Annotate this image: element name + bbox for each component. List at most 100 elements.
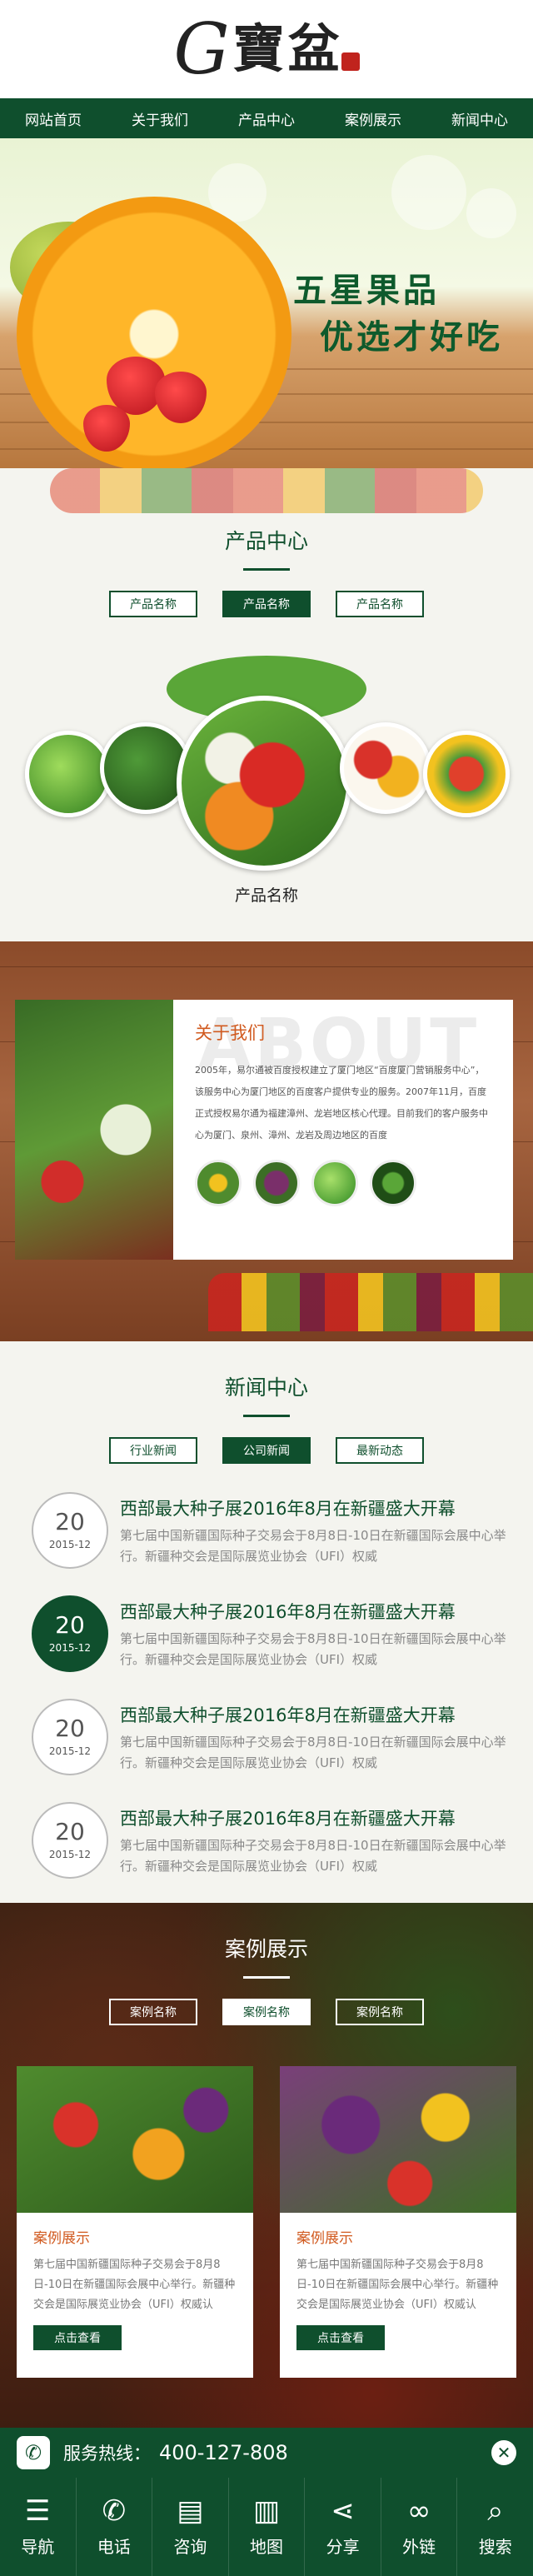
toolbar-item-share[interactable]: ⋖ 分享 [305,2478,381,2576]
product-thumb[interactable] [423,731,510,817]
about-title[interactable]: 关于我们 [195,1020,491,1045]
news-tab-company[interactable]: 公司新闻 [222,1437,311,1464]
cases-title: 案例展示 [224,1937,308,1961]
toolbar-item-link[interactable]: ∞ 外链 [381,2478,458,2576]
products-title: 产品中心 [224,529,308,553]
about-thumb[interactable] [195,1160,242,1206]
about-section: ABOUT 关于我们 2005年，易尔通被百度授权建立了厦门地区“百度厦门营销服… [0,941,533,1341]
case-title: 案例展示 [33,2230,90,2247]
toolbar-item-search[interactable]: ⌕ 搜索 [457,2478,533,2576]
map-icon: ▥ [252,2494,281,2528]
banner-slogan-line2: 优选才好吃 [320,318,503,357]
nav-item-cases[interactable]: 案例展示 [320,98,426,138]
news-date-badge: 20 2015-12 [32,1492,108,1569]
hotline-bar[interactable]: ✆ 服务热线： 400-127-808 ✕ [0,2428,533,2478]
news-date-badge: 20 2015-12 [32,1802,108,1879]
case-tab[interactable]: 案例名称 [222,1999,311,2025]
title-divider [243,1976,290,1979]
hero-banner[interactable]: 五星果品 优选才好吃 [0,138,533,468]
link-icon: ∞ [407,2494,431,2528]
news-tabs: 行业新闻 公司新闻 最新动态 [0,1437,533,1464]
cases-section: 案例展示 案例名称 案例名称 案例名称 案例展示 第七届中国新疆国际种子交易会于… [0,1903,533,2446]
about-description: 2005年，易尔通被百度授权建立了厦门地区“百度厦门营销服务中心”，该服务中心为… [195,1065,488,1141]
news-item[interactable]: 20 2015-12 西部最大种子展2016年8月在新疆盛大开幕 第七届中国新疆… [0,1595,533,1699]
news-item-desc: 第七届中国新疆国际种子交易会于8月8日-10日在新疆国际会展中心举行。新疆种交会… [120,1528,506,1564]
news-item-desc: 第七届中国新疆国际种子交易会于8月8日-10日在新疆国际会展中心举行。新疆种交会… [120,1838,506,1874]
close-icon[interactable]: ✕ [491,2440,516,2465]
news-item[interactable]: 20 2015-12 西部最大种子展2016年8月在新疆盛大开幕 第七届中国新疆… [0,1699,533,1802]
case-tab[interactable]: 案例名称 [336,1999,424,2025]
bokeh-light [391,155,466,230]
logo-mark: G [173,8,230,90]
about-card: ABOUT 关于我们 2005年，易尔通被百度授权建立了厦门地区“百度厦门营销服… [173,1000,513,1260]
nav-item-about[interactable]: 关于我们 [107,98,213,138]
news-list: 20 2015-12 西部最大种子展2016年8月在新疆盛大开幕 第七届中国新疆… [0,1492,533,1905]
about-thumb[interactable] [311,1160,358,1206]
phone-icon[interactable]: ✆ [17,2436,50,2469]
about-thumbnails [195,1160,491,1206]
news-item-title[interactable]: 西部最大种子展2016年8月在新疆盛大开幕 [120,1599,510,1624]
chat-icon: ▤ [177,2494,204,2528]
news-item[interactable]: 20 2015-12 西部最大种子展2016年8月在新疆盛大开幕 第七届中国新疆… [0,1492,533,1595]
view-case-button[interactable]: 点击查看 [33,2325,122,2350]
product-tab[interactable]: 产品名称 [336,591,424,617]
news-item-desc: 第七届中国新疆国际种子交易会于8月8日-10日在新疆国际会展中心举行。新疆种交会… [120,1735,506,1770]
hotline-number[interactable]: 400-127-808 [159,2441,288,2464]
product-tab[interactable]: 产品名称 [222,591,311,617]
vegetables-basket-image [208,1273,533,1331]
toolbar-item-nav[interactable]: ☰ 导航 [0,2478,77,2576]
case-cards: 案例展示 第七届中国新疆国际种子交易会于8月8日-10日在新疆国际会展中心举行。… [17,2066,516,2378]
toolbar-item-phone[interactable]: ✆ 电话 [77,2478,153,2576]
case-desc: 第七届中国新疆国际种子交易会于8月8日-10日在新疆国际会展中心举行。新疆种交会… [33,2259,236,2311]
news-item[interactable]: 20 2015-12 西部最大种子展2016年8月在新疆盛大开幕 第七届中国新疆… [0,1802,533,1905]
news-tab-latest[interactable]: 最新动态 [336,1437,424,1464]
page: G 寶盆 网站首页 关于我们 产品中心 案例展示 新闻中心 五星果品 优选才好吃… [0,0,533,2576]
nav-item-news[interactable]: 新闻中心 [426,98,533,138]
search-icon: ⌕ [487,2494,504,2528]
case-title: 案例展示 [296,2230,353,2247]
case-tab[interactable]: 案例名称 [109,1999,197,2025]
about-thumb[interactable] [370,1160,416,1206]
news-item-title[interactable]: 西部最大种子展2016年8月在新疆盛大开幕 [120,1495,510,1520]
news-item-title[interactable]: 西部最大种子展2016年8月在新疆盛大开幕 [120,1805,510,1830]
share-icon: ⋖ [331,2494,355,2528]
title-divider [243,568,290,571]
bottom-toolbar: ☰ 导航 ✆ 电话 ▤ 咨询 ▥ 地图 ⋖ 分享 ∞ 外链 ⌕ 搜索 [0,2478,533,2576]
toolbar-item-map[interactable]: ▥ 地图 [229,2478,306,2576]
logo[interactable]: G 寶盆 [173,8,360,90]
case-image [17,2066,253,2213]
product-thumb[interactable] [25,731,112,817]
about-vegetables-image [15,1000,173,1260]
products-tabs: 产品名称 产品名称 产品名称 [0,591,533,617]
header: G 寶盆 [0,0,533,98]
nav-item-products[interactable]: 产品中心 [213,98,320,138]
toolbar-item-chat[interactable]: ▤ 咨询 [152,2478,229,2576]
main-nav: 网站首页 关于我们 产品中心 案例展示 新闻中心 [0,98,533,138]
case-card[interactable]: 案例展示 第七届中国新疆国际种子交易会于8月8日-10日在新疆国际会展中心举行。… [17,2066,253,2378]
news-item-title[interactable]: 西部最大种子展2016年8月在新疆盛大开幕 [120,1702,510,1727]
case-image [280,2066,516,2213]
about-thumb[interactable] [253,1160,300,1206]
cases-tabs: 案例名称 案例名称 案例名称 [0,1999,533,2025]
orange-slice-image [17,197,291,468]
news-tab-industry[interactable]: 行业新闻 [109,1437,197,1464]
news-title: 新闻中心 [224,1375,308,1400]
nav-item-home[interactable]: 网站首页 [0,98,107,138]
case-card[interactable]: 案例展示 第七届中国新疆国际种子交易会于8月8日-10日在新疆国际会展中心举行。… [280,2066,516,2378]
product-tab[interactable]: 产品名称 [109,591,197,617]
product-caption: 产品名称 [234,886,298,905]
news-date-badge: 20 2015-12 [32,1595,108,1672]
news-section: 新闻中心 行业新闻 公司新闻 最新动态 20 2015-12 西部最大种子展20… [0,1341,533,1903]
menu-icon: ☰ [25,2494,51,2528]
news-date-badge: 20 2015-12 [32,1699,108,1775]
banner-slogan-line1: 五星果品 [293,272,440,310]
title-divider [243,1415,290,1417]
bokeh-light [466,188,516,238]
news-item-desc: 第七届中国新疆国际种子交易会于8月8日-10日在新疆国际会展中心举行。新疆种交会… [120,1631,506,1667]
logo-text: 寶盆 [232,18,343,79]
view-case-button[interactable]: 点击查看 [296,2325,385,2350]
vegetable-strip-image [50,468,483,513]
hotline-label: 服务热线： [63,2444,151,2464]
product-thumb[interactable] [340,722,431,814]
product-featured-image[interactable] [177,696,351,871]
